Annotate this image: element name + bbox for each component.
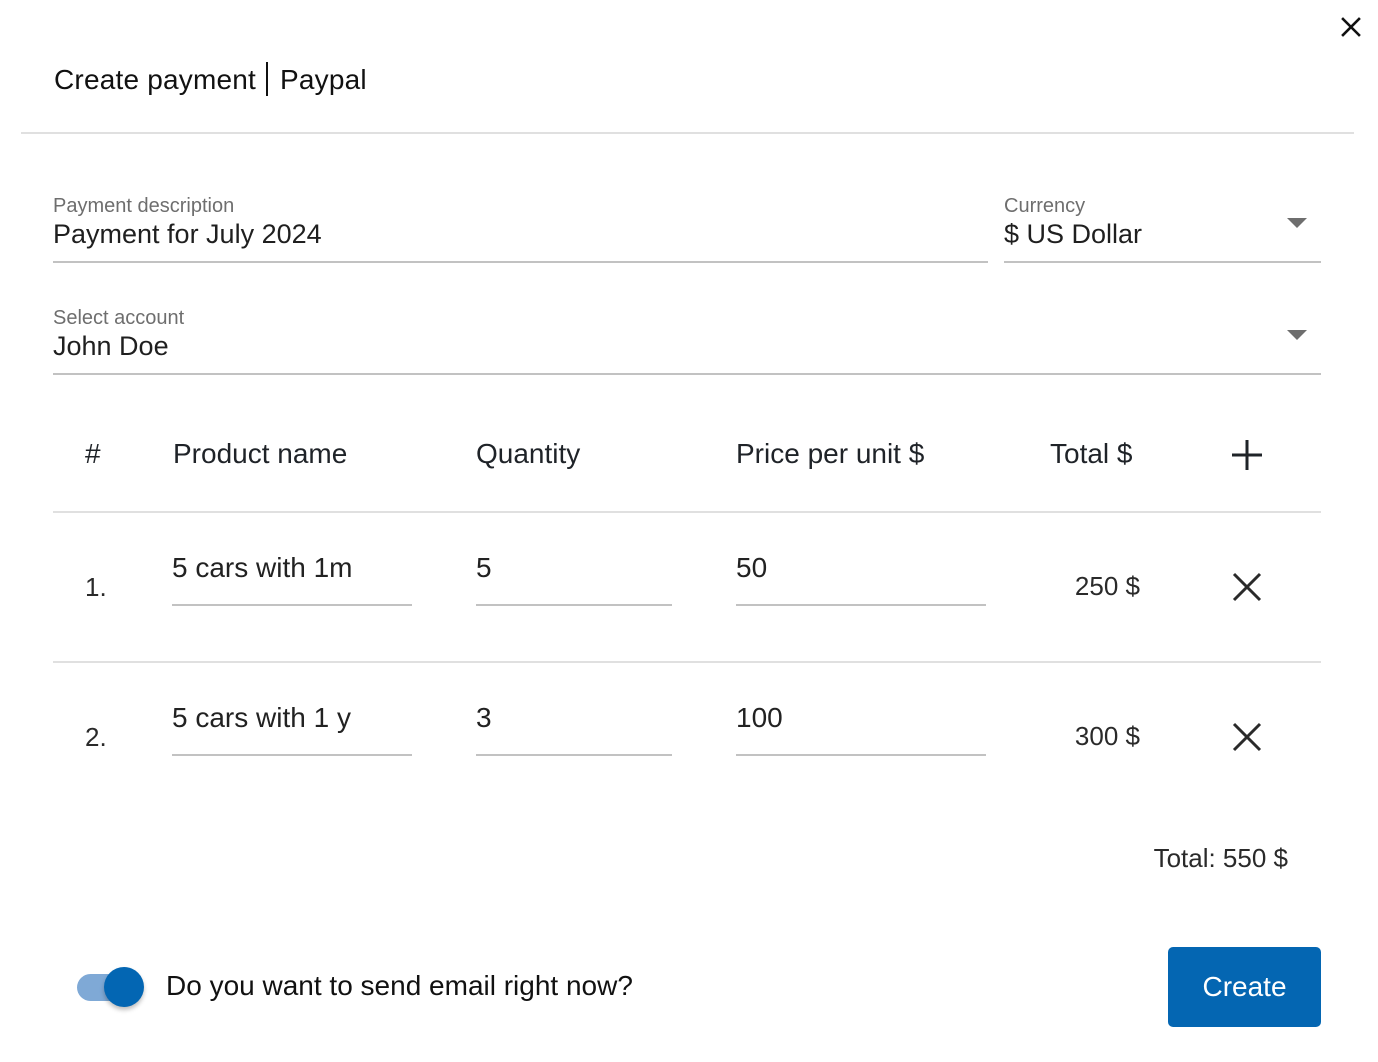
row-number: 1. (85, 572, 107, 602)
table-divider (53, 511, 1321, 513)
column-header-index: # (85, 438, 101, 469)
close-button[interactable] (1336, 12, 1366, 42)
close-icon (1341, 17, 1361, 37)
account-value: John Doe (53, 331, 169, 361)
delete-row-button[interactable] (1230, 570, 1264, 604)
currency-value: $ US Dollar (1004, 219, 1143, 249)
column-header-quantity: Quantity (476, 438, 581, 469)
payment-description-field[interactable]: Payment description Payment for July 202… (53, 194, 988, 263)
payment-description-label: Payment description (53, 195, 235, 217)
account-select[interactable]: Select account John Doe (53, 306, 1321, 375)
dialog-title: Create payment Paypal (54, 62, 367, 96)
row-divider (53, 661, 1321, 663)
plus-icon (1232, 440, 1262, 470)
price-input[interactable]: 50 (736, 551, 986, 606)
currency-label: Currency (1004, 195, 1086, 217)
dropdown-arrow-icon (1287, 330, 1307, 340)
dialog-title-main: Create payment (54, 64, 257, 95)
title-separator (266, 62, 269, 96)
quantity-input[interactable]: 3 (476, 701, 672, 756)
row-total: 300 $ (1074, 721, 1140, 751)
payment-description-input[interactable]: Payment for July 2024 (53, 218, 988, 250)
column-header-price: Price per unit $ (736, 438, 925, 469)
product-name-input[interactable]: 5 cars with 1 y (172, 701, 412, 756)
dialog-title-provider: Paypal (280, 64, 367, 95)
close-icon (1232, 572, 1262, 602)
currency-select[interactable]: Currency $ US Dollar (1004, 194, 1321, 263)
dropdown-arrow-icon (1287, 218, 1307, 228)
price-input[interactable]: 100 (736, 701, 986, 756)
send-email-label: Do you want to send email right now? (166, 970, 633, 1001)
toggle-thumb (104, 967, 144, 1007)
quantity-input[interactable]: 5 (476, 551, 672, 606)
column-header-product: Product name (173, 438, 348, 469)
add-row-button[interactable] (1228, 436, 1266, 474)
grand-total: Total: 550 $ (1153, 843, 1288, 873)
product-name-input[interactable]: 5 cars with 1m (172, 551, 412, 606)
account-label: Select account (53, 307, 185, 329)
row-number: 2. (85, 722, 107, 752)
send-email-toggle[interactable] (76, 966, 146, 1008)
header-divider (21, 132, 1354, 134)
create-button[interactable]: Create (1168, 947, 1321, 1027)
delete-row-button[interactable] (1230, 720, 1264, 754)
row-total: 250 $ (1074, 571, 1140, 601)
close-icon (1232, 722, 1262, 752)
column-header-total: Total $ (1050, 438, 1133, 469)
